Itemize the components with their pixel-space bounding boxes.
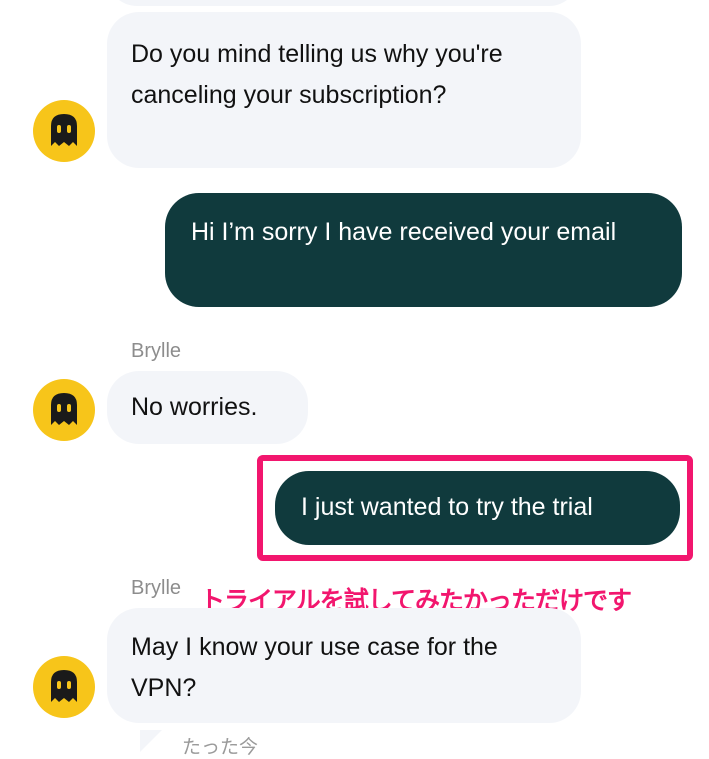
agent-message-bubble: Do you mind telling us why you're cancel… (107, 12, 581, 168)
ghost-icon (51, 114, 77, 146)
ghost-icon (51, 393, 77, 425)
message-text: May I know your use case for the VPN? (131, 633, 498, 702)
agent-avatar[interactable] (33, 379, 95, 441)
message-text: Do you mind telling us why you're cancel… (131, 40, 503, 109)
ghost-icon (51, 670, 77, 702)
sender-name: Brylle (131, 340, 182, 362)
user-message-bubble: I just wanted to try the trial (275, 471, 680, 545)
previous-message-bubble-edge (107, 0, 579, 6)
agent-avatar[interactable] (33, 656, 95, 718)
message-text: Hi I’m sorry I have received your email (191, 218, 617, 246)
agent-message-bubble: No worries. (107, 371, 308, 444)
timestamp: たった今 (182, 736, 259, 758)
sender-name: Brylle (131, 577, 182, 599)
message-text: No worries. (131, 393, 258, 421)
bubble-tail-icon (140, 730, 162, 752)
user-message-bubble: Hi I’m sorry I have received your email (165, 193, 682, 307)
message-text: I just wanted to try the trial (301, 493, 593, 521)
agent-message-bubble: May I know your use case for the VPN? (107, 608, 581, 723)
agent-avatar[interactable] (33, 100, 95, 162)
